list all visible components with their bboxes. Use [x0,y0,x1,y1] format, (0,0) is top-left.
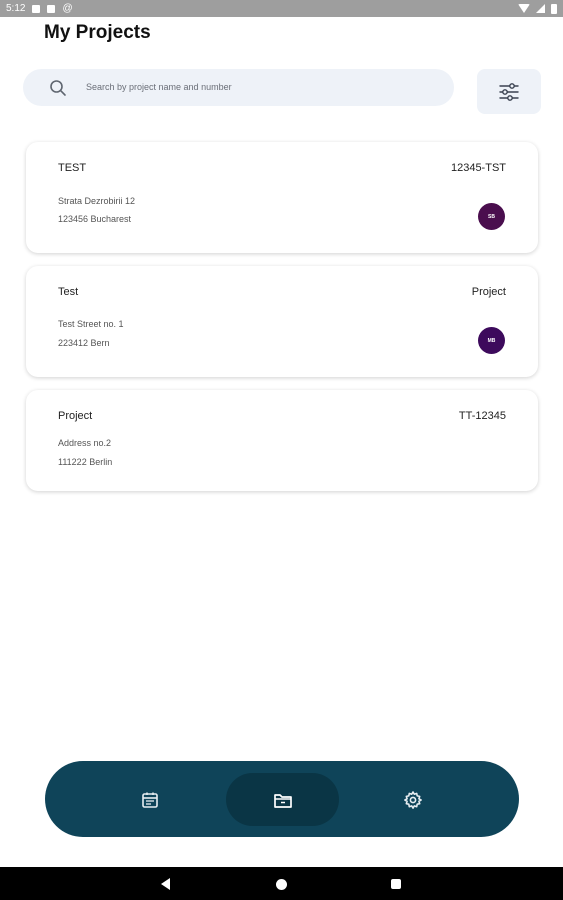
address-street: Test Street no. 1 [58,319,124,329]
nav-item-calendar[interactable] [119,773,181,826]
address-city: 123456 Bucharest [58,214,132,224]
address-street: Strata Dezrobirii 12 [58,196,136,206]
notification-square-icon [47,4,56,13]
address-city: 223412 Bern [58,338,110,348]
project-number: Project [471,286,506,298]
avatar-initials: MB [487,337,496,344]
avatar: SB [478,203,505,230]
project-card[interactable]: TEST 12345-TST Strata Dezrobirii 12 1234… [26,142,538,253]
nav-item-projects[interactable] [226,773,339,826]
calendar-icon [142,792,158,808]
avatar: MB [478,327,505,354]
search-input[interactable]: Search by project name and number [23,69,454,106]
notification-square-icon [32,4,41,13]
battery-icon [551,3,557,14]
status-bar: 5:12 @ [0,0,563,17]
system-navigation-bar [0,867,563,900]
recents-icon[interactable] [391,879,401,889]
gear-icon [404,790,422,809]
sliders-icon [499,82,519,101]
project-card[interactable]: Project TT-12345 Address no.2 111222 Ber… [26,390,538,491]
project-number: 12345-TST [450,162,506,174]
address-street: Address no.2 [58,438,112,448]
project-card[interactable]: Test Project Test Street no. 1 223412 Be… [26,266,538,377]
avatar-initials: SB [488,213,495,220]
signal-icon [536,4,545,13]
page-title: My Projects [44,22,151,43]
home-icon[interactable] [276,879,287,890]
wifi-icon [518,4,530,13]
folder-icon [273,793,292,808]
search-icon [50,80,66,96]
project-name: TEST [58,162,87,174]
project-number: TT-12345 [458,410,506,422]
back-icon[interactable] [161,878,170,890]
status-time: 5:12 [6,3,26,14]
search-placeholder: Search by project name and number [86,82,232,92]
project-name: Project [58,410,93,422]
address-city: 111222 Berlin [58,457,113,467]
bottom-navigation [45,761,519,837]
nav-item-settings[interactable] [382,773,444,826]
filter-button[interactable] [477,69,541,114]
at-icon: @ [62,2,73,14]
project-name: Test [58,286,79,298]
